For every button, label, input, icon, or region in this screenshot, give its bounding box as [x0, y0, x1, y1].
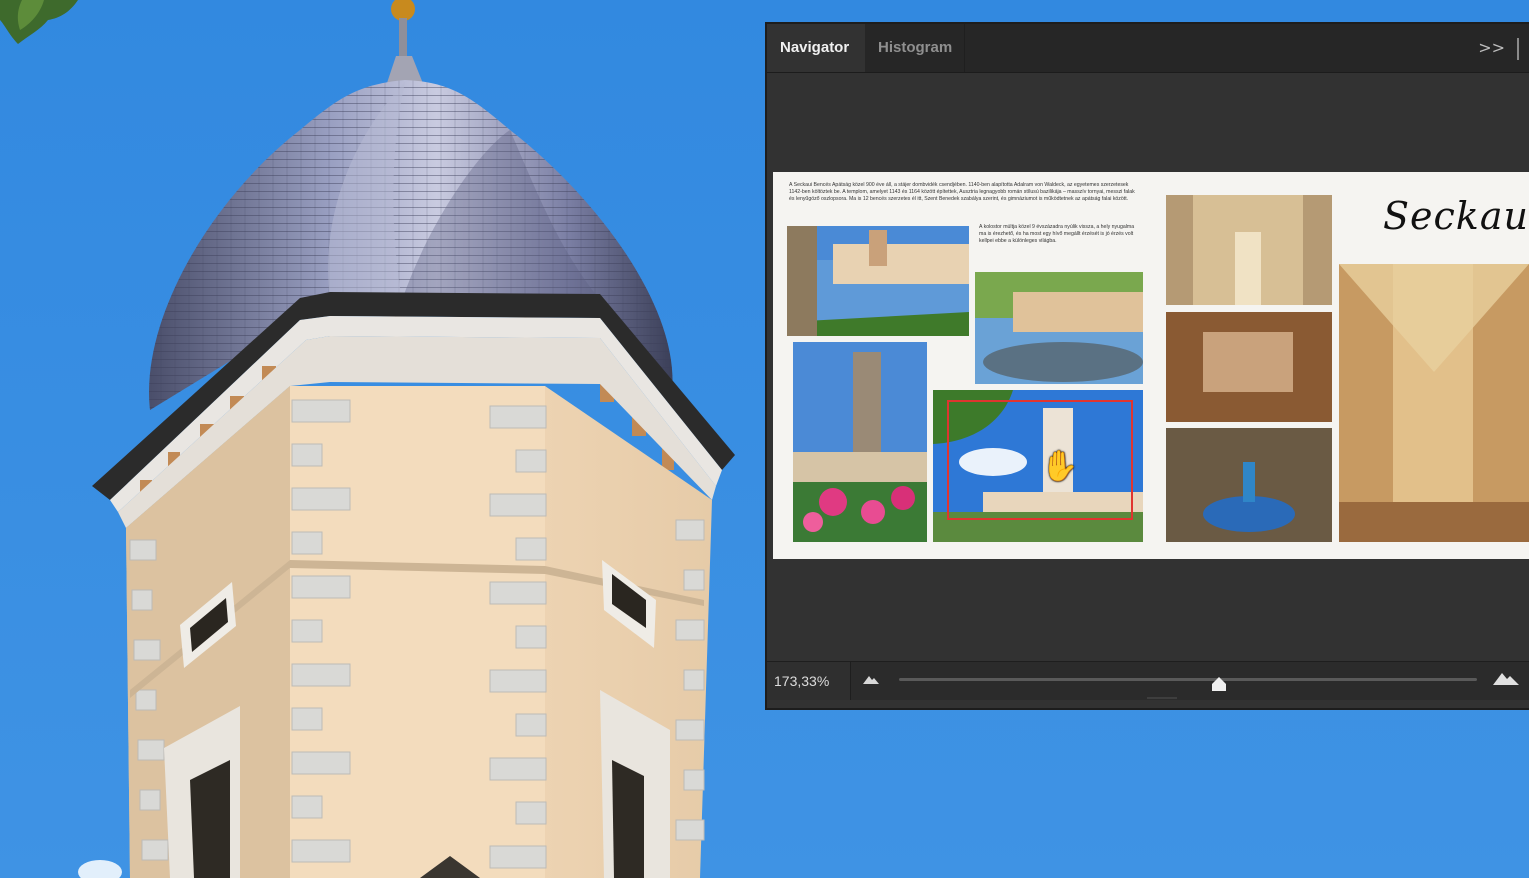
zoom-slider[interactable]: [899, 677, 1477, 691]
thumbnail-body-text-2: A kolostor múltja közel 9 évszázadra nyú…: [979, 224, 1135, 244]
large-mountain-icon[interactable]: [1493, 671, 1519, 685]
zoom-bar: 173,33%: [767, 661, 1529, 700]
panel-resize-edge[interactable]: [1517, 38, 1519, 60]
navigator-thumbnail[interactable]: A Seckaui Bencés Apátság közel 900 éve á…: [773, 172, 1529, 559]
hand-cursor-icon: ✋: [1041, 449, 1079, 484]
thumbnail-title: Seckau: [1383, 194, 1529, 238]
panel-menu-button[interactable]: >>: [1478, 38, 1505, 57]
small-mountain-icon[interactable]: [863, 674, 879, 684]
navigator-panel: Navigator Histogram >> A Seckaui Bencés …: [765, 22, 1529, 710]
zoom-slider-thumb[interactable]: [1211, 677, 1227, 691]
zoom-value-field[interactable]: 173,33%: [767, 662, 851, 700]
panel-tab-bar: Navigator Histogram >>: [767, 24, 1529, 73]
thumbnail-body-text: A Seckaui Bencés Apátság közel 900 éve á…: [789, 182, 1135, 202]
tab-histogram[interactable]: Histogram: [865, 24, 965, 72]
tab-navigator[interactable]: Navigator: [767, 24, 865, 72]
panel-resize-grip[interactable]: [1147, 697, 1177, 699]
navigator-preview-area[interactable]: A Seckaui Bencés Apátság közel 900 éve á…: [767, 73, 1529, 661]
view-proxy-rectangle[interactable]: [947, 400, 1133, 520]
